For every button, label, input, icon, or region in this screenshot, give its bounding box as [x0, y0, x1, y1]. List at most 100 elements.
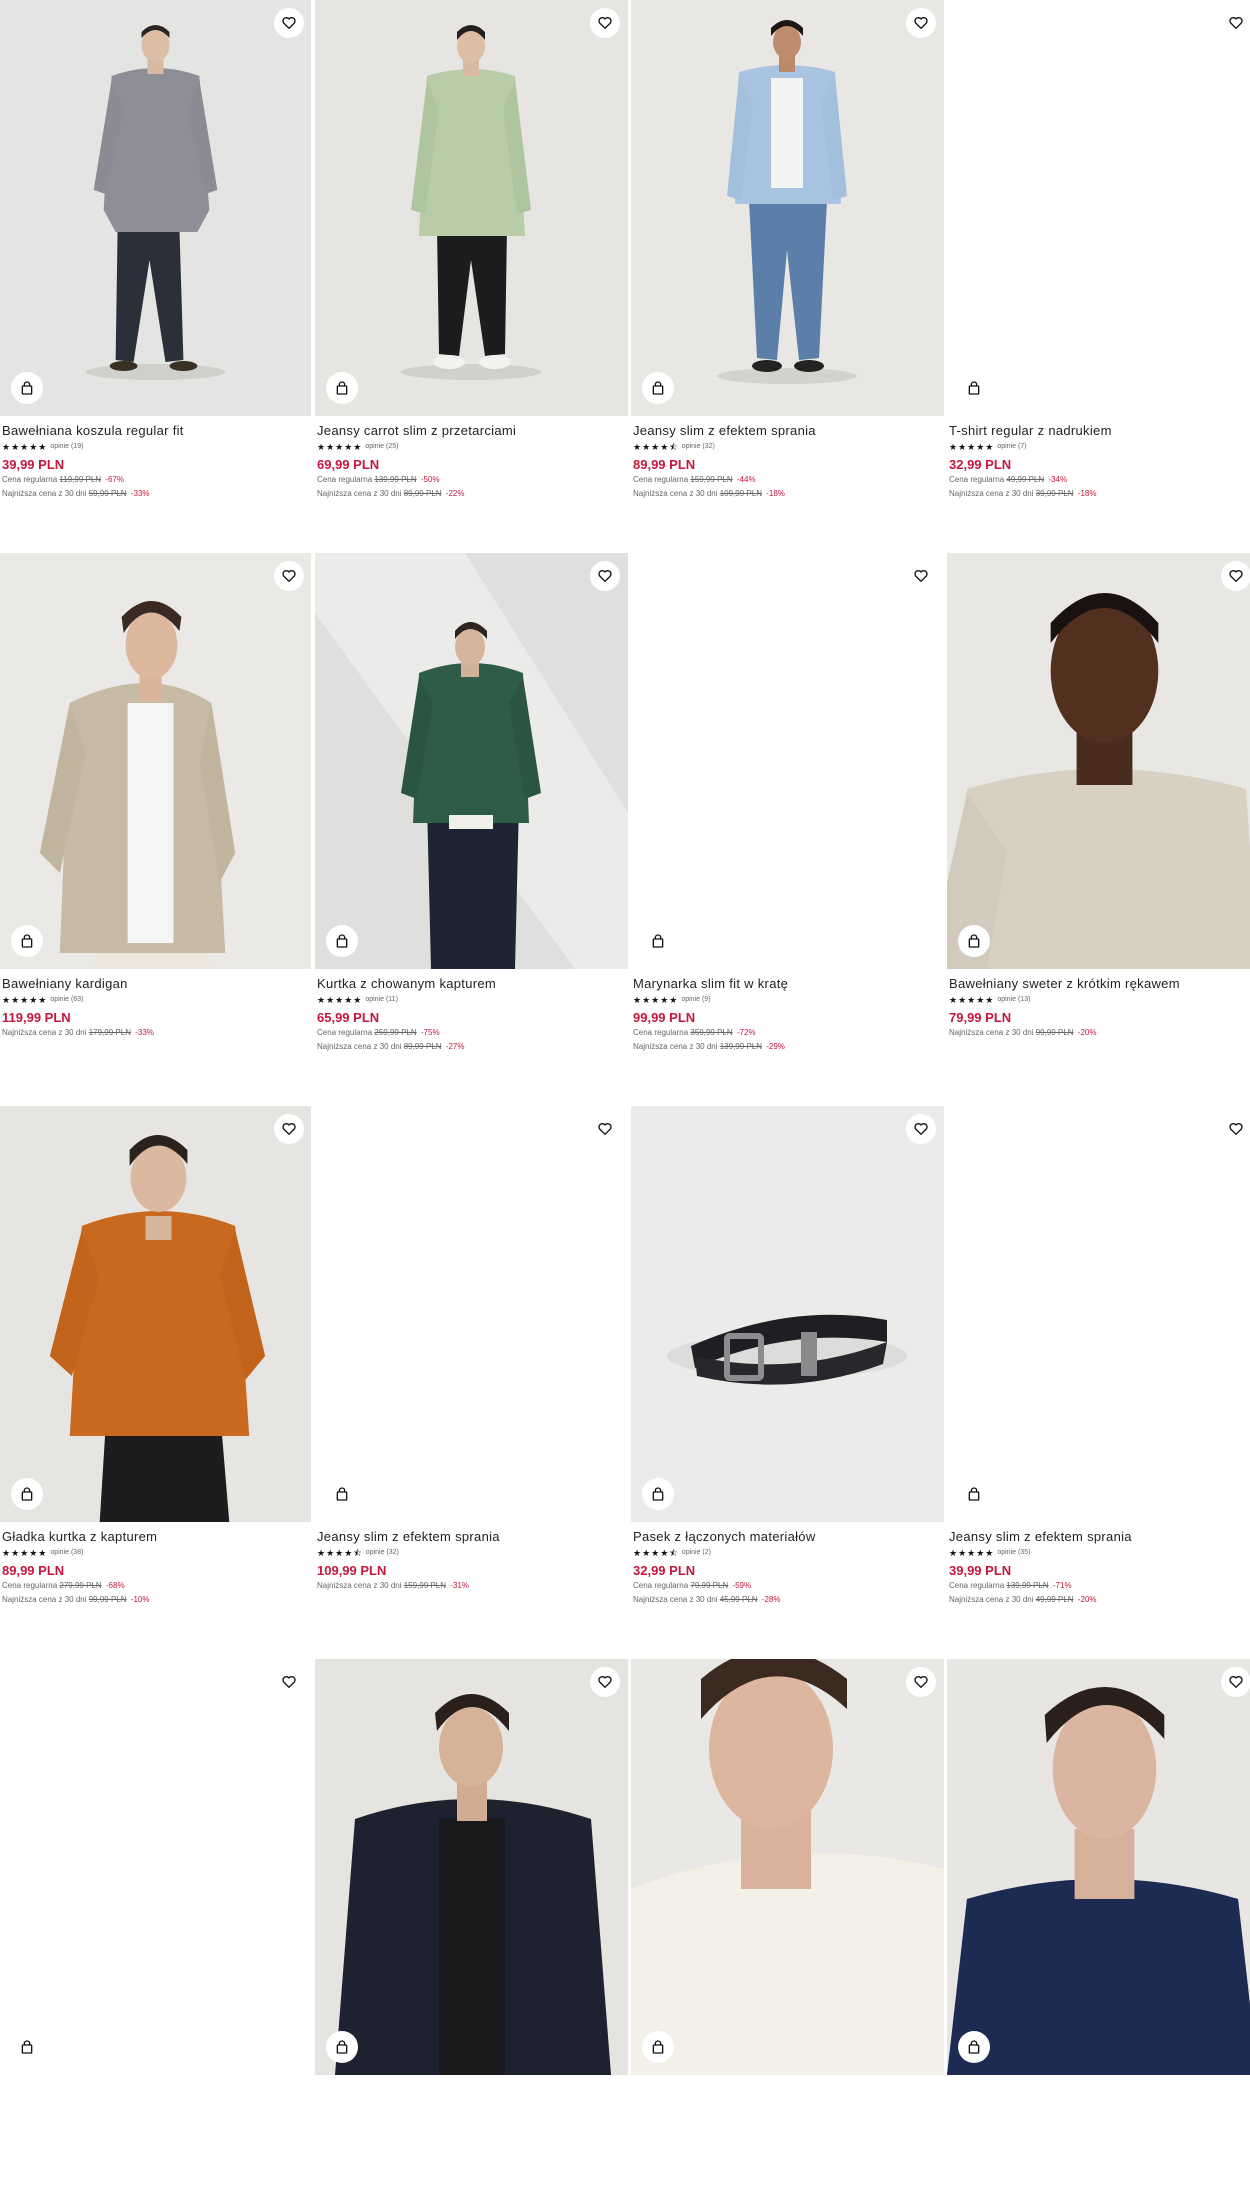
shopping-bag-icon[interactable]	[11, 2031, 43, 2063]
heart-icon[interactable]	[590, 1667, 620, 1697]
heart-icon[interactable]	[274, 1667, 304, 1697]
product-image[interactable]	[631, 1106, 944, 1522]
shopping-bag-icon[interactable]	[11, 925, 43, 957]
product-image[interactable]	[315, 553, 628, 969]
heart-icon[interactable]	[590, 1114, 620, 1144]
shopping-bag-icon[interactable]	[958, 372, 990, 404]
product-image[interactable]	[947, 1659, 1250, 2075]
shopping-bag-icon[interactable]	[11, 372, 43, 404]
product-image[interactable]	[315, 1106, 628, 1522]
shopping-bag-icon[interactable]	[958, 1478, 990, 1510]
heart-icon[interactable]	[906, 561, 936, 591]
product-name[interactable]: Jeansy slim z efektem sprania	[949, 1529, 1250, 1545]
product-image[interactable]	[0, 0, 312, 416]
regular-price-label: Cena regularna	[633, 1581, 689, 1590]
shopping-bag-icon[interactable]	[326, 372, 358, 404]
product-name[interactable]: Kurtka z chowanym kapturem	[317, 976, 626, 992]
shopping-bag-icon[interactable]	[326, 1478, 358, 1510]
shopping-bag-icon[interactable]	[642, 925, 674, 957]
product-card[interactable]	[315, 1659, 628, 2212]
product-name[interactable]: Bawełniany kardigan	[2, 976, 310, 992]
product-card[interactable]: Bawełniana koszula regular fit ★★★★★ opi…	[0, 0, 312, 553]
shopping-bag-icon[interactable]	[642, 1478, 674, 1510]
product-image[interactable]	[631, 0, 944, 416]
product-card[interactable]: Jeansy carrot slim z przetarciami ★★★★★ …	[315, 0, 628, 553]
reviews-count: opinie (63)	[50, 996, 84, 1003]
product-card[interactable]: Pasek z łączonych materiałów ★★★★⯪ opini…	[631, 1106, 944, 1659]
rating-stars: ★★★★★	[949, 995, 995, 1005]
rating: ★★★★⯪ opinie (32)	[317, 1547, 626, 1559]
heart-icon[interactable]	[906, 1114, 936, 1144]
product-image[interactable]	[315, 1659, 628, 2075]
shopping-bag-icon[interactable]	[958, 2031, 990, 2063]
reviews-count: opinie (9)	[681, 996, 711, 1003]
product-image[interactable]	[0, 1106, 312, 1522]
product-name[interactable]: Jeansy slim z efektem sprania	[633, 423, 942, 439]
lowest-price-label: Najniższa cena z 30 dni	[317, 489, 402, 498]
shopping-bag-icon[interactable]	[642, 372, 674, 404]
product-card[interactable]	[631, 1659, 944, 2212]
product-info: T-shirt regular z nadrukiem ★★★★★ opinie…	[947, 416, 1250, 501]
product-name[interactable]: Marynarka slim fit w kratę	[633, 976, 942, 992]
product-info: Marynarka slim fit w kratę ★★★★★ opinie …	[631, 969, 944, 1054]
lowest-price-old: 139,99 PLN	[719, 1042, 762, 1051]
product-grid: Bawełniana koszula regular fit ★★★★★ opi…	[0, 0, 1250, 2212]
product-image[interactable]	[631, 1659, 944, 2075]
lowest-price-label: Najniższa cena z 30 dni	[2, 489, 87, 498]
heart-icon[interactable]	[590, 8, 620, 38]
product-card[interactable]	[947, 1659, 1250, 2212]
product-image[interactable]	[315, 0, 628, 416]
product-image[interactable]	[0, 1659, 312, 2075]
product-info: Pasek z łączonych materiałów ★★★★⯪ opini…	[631, 1522, 944, 1607]
product-image[interactable]	[631, 553, 944, 969]
product-name[interactable]: Gładka kurtka z kapturem	[2, 1529, 310, 1545]
product-card[interactable]: Jeansy slim z efektem sprania ★★★★⯪ opin…	[315, 1106, 628, 1659]
regular-price-label: Cena regularna	[2, 1581, 58, 1590]
regular-price-label: Cena regularna	[317, 475, 373, 484]
product-card[interactable]: Bawełniany kardigan ★★★★★ opinie (63) 11…	[0, 553, 312, 1106]
product-card[interactable]	[0, 1659, 312, 2212]
product-name[interactable]: Bawełniany sweter z krótkim rękawem	[949, 976, 1250, 992]
product-image[interactable]	[947, 0, 1250, 416]
product-info: Jeansy slim z efektem sprania ★★★★★ opin…	[947, 1522, 1250, 1607]
shopping-bag-icon[interactable]	[958, 925, 990, 957]
shopping-bag-icon[interactable]	[11, 1478, 43, 1510]
product-image[interactable]	[0, 553, 312, 969]
product-name[interactable]: Jeansy slim z efektem sprania	[317, 1529, 626, 1545]
product-card[interactable]: Marynarka slim fit w kratę ★★★★★ opinie …	[631, 553, 944, 1106]
product-card[interactable]: Kurtka z chowanym kapturem ★★★★★ opinie …	[315, 553, 628, 1106]
product-name[interactable]: Jeansy carrot slim z przetarciami	[317, 423, 626, 439]
rating: ★★★★⯪ opinie (32)	[633, 441, 942, 453]
shopping-bag-icon[interactable]	[326, 2031, 358, 2063]
heart-icon[interactable]	[274, 1114, 304, 1144]
product-image[interactable]	[947, 1106, 1250, 1522]
heart-icon[interactable]	[906, 1667, 936, 1697]
shopping-bag-icon[interactable]	[642, 2031, 674, 2063]
heart-icon[interactable]	[274, 8, 304, 38]
lowest-price-label: Najniższa cena z 30 dni	[317, 1581, 402, 1590]
product-image[interactable]	[947, 553, 1250, 969]
heart-icon[interactable]	[1221, 1667, 1250, 1697]
product-name[interactable]: T-shirt regular z nadrukiem	[949, 423, 1250, 439]
heart-icon[interactable]	[906, 8, 936, 38]
heart-icon[interactable]	[1221, 561, 1250, 591]
heart-icon[interactable]	[590, 561, 620, 591]
product-card[interactable]: Jeansy slim z efektem sprania ★★★★★ opin…	[947, 1106, 1250, 1659]
product-name[interactable]: Pasek z łączonych materiałów	[633, 1529, 942, 1545]
product-photo	[947, 0, 1250, 416]
shopping-bag-icon[interactable]	[326, 925, 358, 957]
heart-icon[interactable]	[1221, 8, 1250, 38]
heart-icon[interactable]	[274, 561, 304, 591]
regular-price-discount: -44%	[736, 475, 756, 484]
product-price: 32,99 PLN	[949, 457, 1012, 472]
product-name[interactable]: Bawełniana koszula regular fit	[2, 423, 310, 439]
heart-icon[interactable]	[1221, 1114, 1250, 1144]
lowest-price-line: Najniższa cena z 30 dni 99,99 PLN -10%	[2, 1593, 310, 1607]
product-card[interactable]: T-shirt regular z nadrukiem ★★★★★ opinie…	[947, 0, 1250, 553]
product-card[interactable]: Bawełniany sweter z krótkim rękawem ★★★★…	[947, 553, 1250, 1106]
regular-price-line: Cena regularna 49,99 PLN -34%	[949, 473, 1250, 487]
product-info: Jeansy slim z efektem sprania ★★★★⯪ opin…	[315, 1522, 628, 1593]
product-card[interactable]: Jeansy slim z efektem sprania ★★★★⯪ opin…	[631, 0, 944, 553]
product-card[interactable]: Gładka kurtka z kapturem ★★★★★ opinie (3…	[0, 1106, 312, 1659]
lowest-price-discount: -18%	[766, 489, 785, 498]
